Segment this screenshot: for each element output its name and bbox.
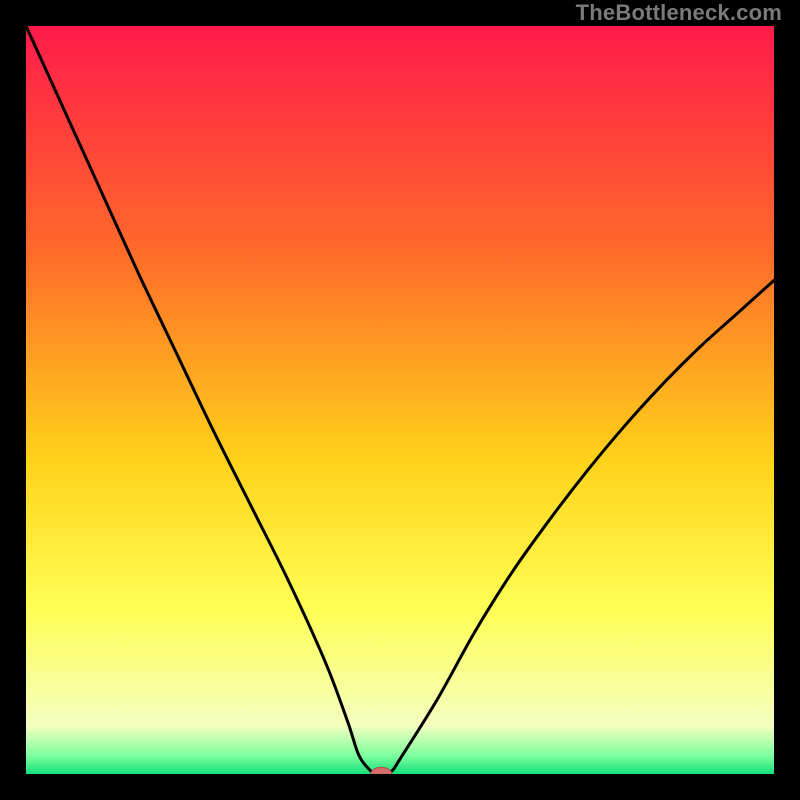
chart-background xyxy=(26,26,774,774)
app-frame: TheBottleneck.com xyxy=(0,0,800,800)
chart-svg xyxy=(26,26,774,774)
watermark-text: TheBottleneck.com xyxy=(576,0,782,26)
chart-plot xyxy=(26,26,774,774)
